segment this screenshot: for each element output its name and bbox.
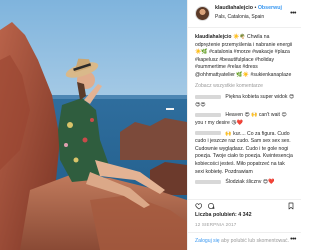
comment-text: 🙌 kur.... Co za figura. Cudo cudo i jesz… (195, 130, 293, 175)
ellipsis-icon[interactable]: ••• (290, 236, 296, 243)
comments-section: klaudiahalejcio ☀️🌴 Chwila na odprężenie… (188, 29, 301, 198)
header-user-line: klaudiahalejcio • Obserwuj (215, 5, 282, 11)
comment-item: Ślodziak ślicznv 😍❤️ (195, 179, 295, 187)
post-header: klaudiahalejcio • Obserwuj Pals, Catalon… (188, 0, 301, 28)
header-username[interactable]: klaudiahalejcio (215, 5, 253, 11)
header-separator: • (254, 5, 257, 11)
comment-username-redacted (195, 113, 221, 117)
login-rest-text: aby polubić lub skomentować. (219, 238, 290, 244)
ellipsis-icon[interactable]: ••• (290, 10, 296, 17)
follow-button[interactable]: Obserwuj (258, 5, 282, 11)
post-sidebar: klaudiahalejcio • Obserwuj Pals, Catalon… (187, 0, 301, 250)
post-image (0, 0, 187, 250)
comment-username-redacted (195, 179, 221, 184)
location-link[interactable]: Pals, Catalonia, Spain (215, 14, 264, 20)
bookmark-icon[interactable] (287, 202, 295, 210)
comment-item: 🙌 kur.... Co za figura. Cudo cudo i jesz… (195, 131, 295, 177)
login-link[interactable]: Zaloguj się (195, 238, 220, 244)
likes-count[interactable]: Liczba polubień: 4 342 (195, 212, 252, 218)
comment-text: Ślodziak ślicznv 😍❤️ (225, 179, 275, 186)
comment-icon[interactable] (207, 202, 215, 210)
post-date: 12 SIERPNIA 2017 (195, 222, 237, 227)
post-caption: klaudiahalejcio ☀️🌴 Chwila na odprężenie… (195, 34, 295, 80)
caption-text: ☀️🌴 Chwila na odprężenie przemyślenia i … (195, 34, 293, 78)
action-bar (188, 199, 301, 211)
comment-username-redacted (195, 94, 221, 99)
comment-username-redacted (195, 131, 221, 136)
post-photo[interactable] (0, 0, 187, 250)
comment-item: Heaven 😍 🙌 can't wait 😊 you r my desire … (195, 112, 295, 127)
comment-item: Piękna kobieta super widok 😍😍😍 (195, 94, 295, 109)
view-all-comments-link[interactable]: Zobacz wszystkie komentarze (195, 83, 295, 91)
login-footer: Zaloguj się aby polubić lub skomentować.… (188, 232, 301, 250)
login-prompt: Zaloguj się aby polubić lub skomentować. (195, 238, 289, 244)
heart-icon[interactable] (195, 202, 203, 210)
caption-username[interactable]: klaudiahalejcio (195, 34, 232, 40)
avatar[interactable] (195, 6, 210, 21)
